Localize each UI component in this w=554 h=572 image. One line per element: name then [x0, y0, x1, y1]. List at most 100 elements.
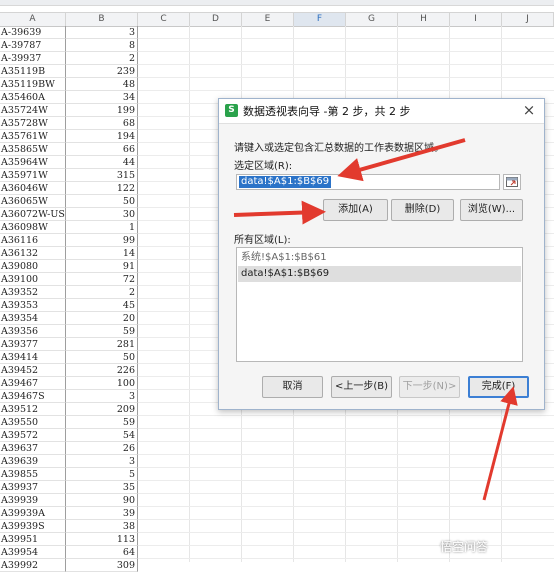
cell-b[interactable]: 38 — [66, 520, 138, 533]
cell-a[interactable]: A39377 — [0, 338, 66, 351]
cell-a[interactable]: A36072W-US — [0, 208, 66, 221]
cell-a[interactable]: A39954 — [0, 546, 66, 559]
cell-b[interactable]: 45 — [66, 299, 138, 312]
cell-b[interactable]: 68 — [66, 117, 138, 130]
next-button[interactable]: 下一步(N)> — [399, 376, 460, 398]
cell-a[interactable]: A39637 — [0, 442, 66, 455]
browse-button[interactable]: 浏览(W)... — [460, 199, 523, 221]
cell-b[interactable]: 209 — [66, 403, 138, 416]
cell-a[interactable]: A36116 — [0, 234, 66, 247]
cell-a[interactable]: A35460A — [0, 91, 66, 104]
delete-button[interactable]: 删除(D) — [391, 199, 454, 221]
back-button[interactable]: <上一步(B) — [331, 376, 392, 398]
cell-a[interactable]: A39939 — [0, 494, 66, 507]
cell-b[interactable]: 50 — [66, 351, 138, 364]
cell-a[interactable]: A-39639 — [0, 26, 66, 39]
cell-b[interactable]: 239 — [66, 65, 138, 78]
cell-a[interactable]: A39353 — [0, 299, 66, 312]
cell-b[interactable]: 14 — [66, 247, 138, 260]
cell-a[interactable]: A39100 — [0, 273, 66, 286]
column-header-e[interactable]: E — [242, 13, 294, 26]
column-header-j[interactable]: J — [502, 13, 554, 26]
cell-b[interactable]: 50 — [66, 195, 138, 208]
cell-a[interactable]: A35971W — [0, 169, 66, 182]
cell-b[interactable]: 122 — [66, 182, 138, 195]
cell-b[interactable]: 99 — [66, 234, 138, 247]
range-list-item-selected[interactable]: data!$A$1:$B$69 — [238, 266, 521, 282]
cell-b[interactable]: 226 — [66, 364, 138, 377]
cell-b[interactable]: 48 — [66, 78, 138, 91]
cell-b[interactable]: 3 — [66, 26, 138, 39]
cell-a[interactable]: A-39787 — [0, 39, 66, 52]
cell-a[interactable]: A35865W — [0, 143, 66, 156]
cell-b[interactable]: 30 — [66, 208, 138, 221]
cell-a[interactable]: A39080 — [0, 260, 66, 273]
cell-a[interactable]: A36046W — [0, 182, 66, 195]
cell-b[interactable]: 281 — [66, 338, 138, 351]
column-header-h[interactable]: H — [398, 13, 450, 26]
cancel-button[interactable]: 取消 — [262, 376, 323, 398]
column-header-a[interactable]: A — [0, 13, 66, 26]
cell-a[interactable]: A39550 — [0, 416, 66, 429]
all-ranges-list[interactable]: 系统!$A$1:$B$61 data!$A$1:$B$69 — [236, 247, 523, 362]
cell-a[interactable]: A-39937 — [0, 52, 66, 65]
cell-b[interactable]: 3 — [66, 455, 138, 468]
cell-a[interactable]: A39467 — [0, 377, 66, 390]
cell-b[interactable]: 44 — [66, 156, 138, 169]
column-header-i[interactable]: I — [450, 13, 502, 26]
close-icon[interactable]: × — [520, 101, 538, 119]
cell-a[interactable]: A35728W — [0, 117, 66, 130]
cell-b[interactable]: 1 — [66, 221, 138, 234]
cell-a[interactable]: A39356 — [0, 325, 66, 338]
cell-b[interactable]: 2 — [66, 52, 138, 65]
cell-b[interactable]: 35 — [66, 481, 138, 494]
cell-b[interactable]: 100 — [66, 377, 138, 390]
finish-button[interactable]: 完成(F) — [468, 376, 529, 398]
column-header-g[interactable]: G — [346, 13, 398, 26]
cell-a[interactable]: A39855 — [0, 468, 66, 481]
cell-b[interactable]: 3 — [66, 390, 138, 403]
collapse-dialog-button[interactable] — [503, 174, 521, 190]
column-header-d[interactable]: D — [190, 13, 242, 26]
cell-a[interactable]: A39452 — [0, 364, 66, 377]
cell-a[interactable]: A39937 — [0, 481, 66, 494]
cell-b[interactable]: 64 — [66, 546, 138, 559]
range-list-item[interactable]: 系统!$A$1:$B$61 — [238, 250, 521, 266]
column-header-b[interactable]: B — [66, 13, 138, 26]
cell-a[interactable]: A39352 — [0, 286, 66, 299]
cell-a[interactable]: A39354 — [0, 312, 66, 325]
cell-b[interactable]: 113 — [66, 533, 138, 546]
cell-b[interactable]: 5 — [66, 468, 138, 481]
cell-a[interactable]: A39939A — [0, 507, 66, 520]
cell-b[interactable]: 72 — [66, 273, 138, 286]
cell-b[interactable]: 66 — [66, 143, 138, 156]
cell-b[interactable]: 315 — [66, 169, 138, 182]
cell-b[interactable]: 199 — [66, 104, 138, 117]
cell-a[interactable]: A39467S — [0, 390, 66, 403]
cell-a[interactable]: A39572 — [0, 429, 66, 442]
cell-b[interactable]: 20 — [66, 312, 138, 325]
add-button[interactable]: 添加(A) — [323, 199, 388, 221]
cell-a[interactable]: A39951 — [0, 533, 66, 546]
column-header-c[interactable]: C — [138, 13, 190, 26]
range-input[interactable]: data!$A$1:$B$69 — [236, 174, 500, 190]
cell-b[interactable]: 90 — [66, 494, 138, 507]
cell-a[interactable]: A35964W — [0, 156, 66, 169]
column-header-f[interactable]: F — [294, 13, 346, 26]
cell-b[interactable]: 26 — [66, 442, 138, 455]
cell-a[interactable]: A39414 — [0, 351, 66, 364]
cell-a[interactable]: A35119B — [0, 65, 66, 78]
cell-a[interactable]: A39512 — [0, 403, 66, 416]
dialog-titlebar[interactable]: S 数据透视表向导 -第 2 步，共 2 步 × — [219, 99, 544, 124]
cell-b[interactable]: 91 — [66, 260, 138, 273]
cell-a[interactable]: A36098W — [0, 221, 66, 234]
cell-a[interactable]: A39939S — [0, 520, 66, 533]
cell-a[interactable]: A39639 — [0, 455, 66, 468]
cell-a[interactable]: A39992 — [0, 559, 66, 572]
cell-b[interactable]: 54 — [66, 429, 138, 442]
cell-b[interactable]: 2 — [66, 286, 138, 299]
cell-b[interactable]: 59 — [66, 325, 138, 338]
cell-b[interactable]: 309 — [66, 559, 138, 572]
cell-a[interactable]: A35724W — [0, 104, 66, 117]
cell-a[interactable]: A35761W — [0, 130, 66, 143]
